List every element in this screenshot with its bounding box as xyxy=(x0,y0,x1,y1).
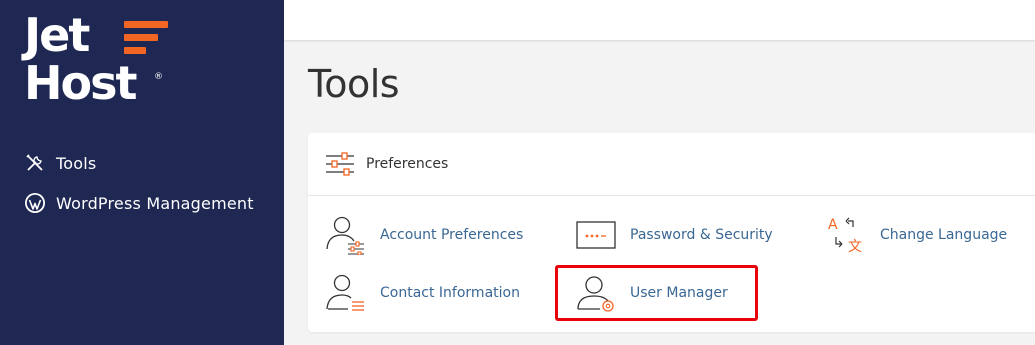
svg-text:文: 文 xyxy=(848,239,862,255)
password-security-icon xyxy=(574,213,618,257)
change-language-icon: A 文 xyxy=(824,213,868,257)
user-manager-icon xyxy=(574,271,618,315)
sliders-icon xyxy=(324,152,356,176)
account-preferences-icon xyxy=(324,213,368,257)
sidebar-item-label: Tools xyxy=(56,153,97,173)
page-title: Tools xyxy=(308,62,400,106)
tool-label: User Manager xyxy=(630,285,728,301)
logo-bar-3 xyxy=(124,47,146,54)
svg-text:A: A xyxy=(828,217,838,233)
wordpress-icon xyxy=(24,192,46,214)
tool-password-security[interactable]: Password & Security xyxy=(574,213,773,257)
tool-label: Change Language xyxy=(880,227,1008,243)
sidebar-item-tools[interactable]: Tools xyxy=(24,150,254,176)
logo-bar-1 xyxy=(124,21,168,28)
tool-label: Account Preferences xyxy=(380,227,524,243)
logo-text-line2: Host xyxy=(24,56,137,110)
tool-user-manager[interactable]: User Manager xyxy=(574,271,728,315)
logo-text-line1: Jet xyxy=(24,8,90,62)
logo-bar-2 xyxy=(124,34,158,41)
logo-registered: ® xyxy=(154,72,163,82)
top-header xyxy=(284,0,1035,40)
panel-title: Preferences xyxy=(366,156,449,172)
tool-label: Password & Security xyxy=(630,227,773,243)
panel-header[interactable]: Preferences xyxy=(308,133,1035,196)
sidebar-item-wordpress-management[interactable]: WordPress Management xyxy=(24,190,254,216)
tools-icon xyxy=(24,152,46,174)
sidebar-item-label: WordPress Management xyxy=(56,193,254,213)
preferences-panel: Preferences Account Preferences Password… xyxy=(308,133,1035,332)
sidebar: Jet Host ® Tools WordPress Management xyxy=(0,0,284,345)
jethost-logo[interactable]: Jet Host ® xyxy=(24,12,174,114)
contact-information-icon xyxy=(324,271,368,315)
tool-change-language[interactable]: A 文 Change Language xyxy=(824,213,1007,257)
tool-label: Contact Information xyxy=(380,285,520,301)
tool-account-preferences[interactable]: Account Preferences xyxy=(324,213,523,257)
tool-contact-information[interactable]: Contact Information xyxy=(324,271,520,315)
sidebar-nav: Tools WordPress Management xyxy=(24,150,254,230)
